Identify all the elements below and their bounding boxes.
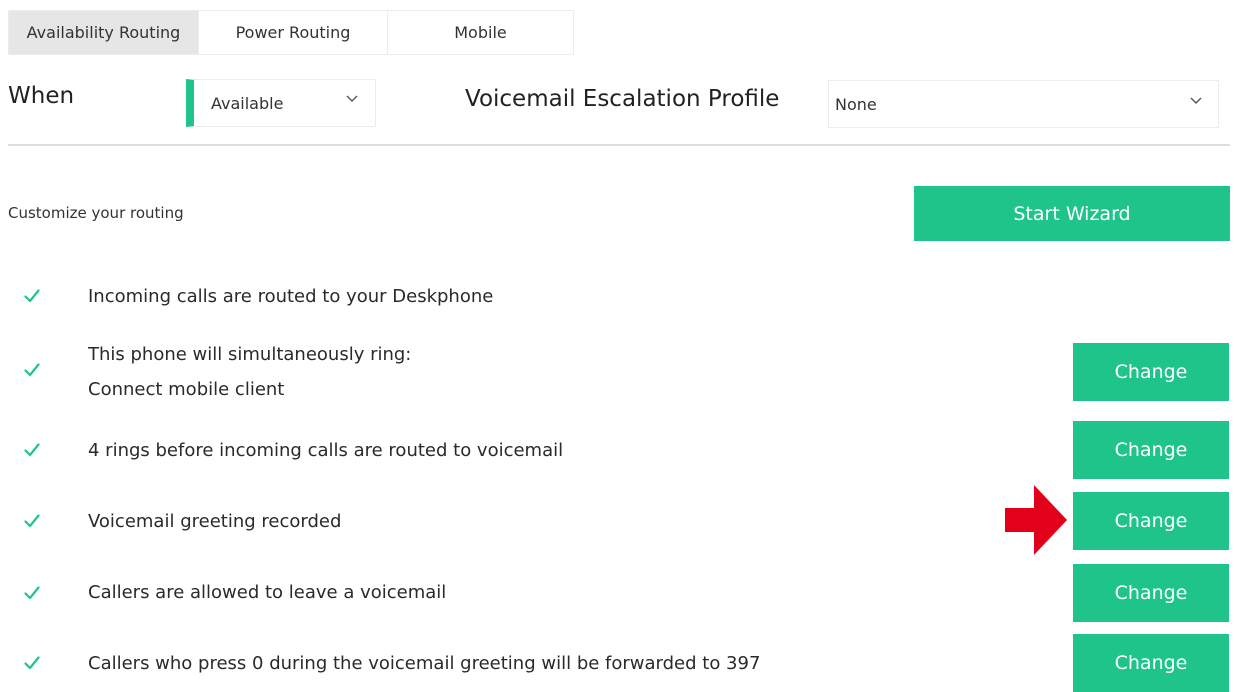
change-voicemail-greeting-button[interactable]: Change bbox=[1073, 492, 1229, 550]
change-simultaneous-ring-button[interactable]: Change bbox=[1073, 343, 1229, 401]
rule-leave-voicemail: Callers are allowed to leave a voicemail bbox=[88, 582, 447, 603]
tab-mobile[interactable]: Mobile bbox=[387, 11, 573, 54]
availability-status-select[interactable]: Available bbox=[186, 79, 376, 127]
check-icon bbox=[24, 656, 40, 670]
chevron-down-icon bbox=[346, 95, 358, 102]
rule-simultaneous-ring: This phone will simultaneously ring: bbox=[88, 344, 412, 365]
check-icon bbox=[24, 443, 40, 457]
voicemail-escalation-value: None bbox=[835, 95, 877, 114]
availability-status-value: Available bbox=[211, 94, 284, 113]
red-arrow-icon bbox=[1005, 485, 1067, 555]
rule-rings-before-voicemail: 4 rings before incoming calls are routed… bbox=[88, 440, 564, 461]
section-divider bbox=[8, 144, 1230, 146]
change-leave-voicemail-button[interactable]: Change bbox=[1073, 564, 1229, 622]
rule-voicemail-greeting: Voicemail greeting recorded bbox=[88, 511, 342, 532]
change-rings-button[interactable]: Change bbox=[1073, 421, 1229, 479]
rule-deskphone-routing: Incoming calls are routed to your Deskph… bbox=[88, 286, 494, 307]
rule-press-zero-forward: Callers who press 0 during the voicemail… bbox=[88, 653, 761, 674]
tab-availability-routing[interactable]: Availability Routing bbox=[9, 11, 198, 54]
voicemail-escalation-label: Voicemail Escalation Profile bbox=[465, 86, 780, 112]
start-wizard-button[interactable]: Start Wizard bbox=[914, 186, 1230, 241]
check-icon bbox=[24, 363, 40, 377]
rule-simultaneous-ring-target: Connect mobile client bbox=[88, 379, 285, 400]
chevron-down-icon bbox=[1190, 97, 1202, 104]
customize-routing-label: Customize your routing bbox=[8, 204, 184, 222]
change-press-zero-button[interactable]: Change bbox=[1073, 634, 1229, 692]
check-icon bbox=[24, 289, 40, 303]
check-icon bbox=[24, 586, 40, 600]
when-label: When bbox=[8, 83, 75, 109]
check-icon bbox=[24, 514, 40, 528]
tab-power-routing[interactable]: Power Routing bbox=[198, 11, 387, 54]
voicemail-escalation-select[interactable]: None bbox=[828, 80, 1219, 128]
routing-tabs: Availability Routing Power Routing Mobil… bbox=[8, 10, 574, 55]
